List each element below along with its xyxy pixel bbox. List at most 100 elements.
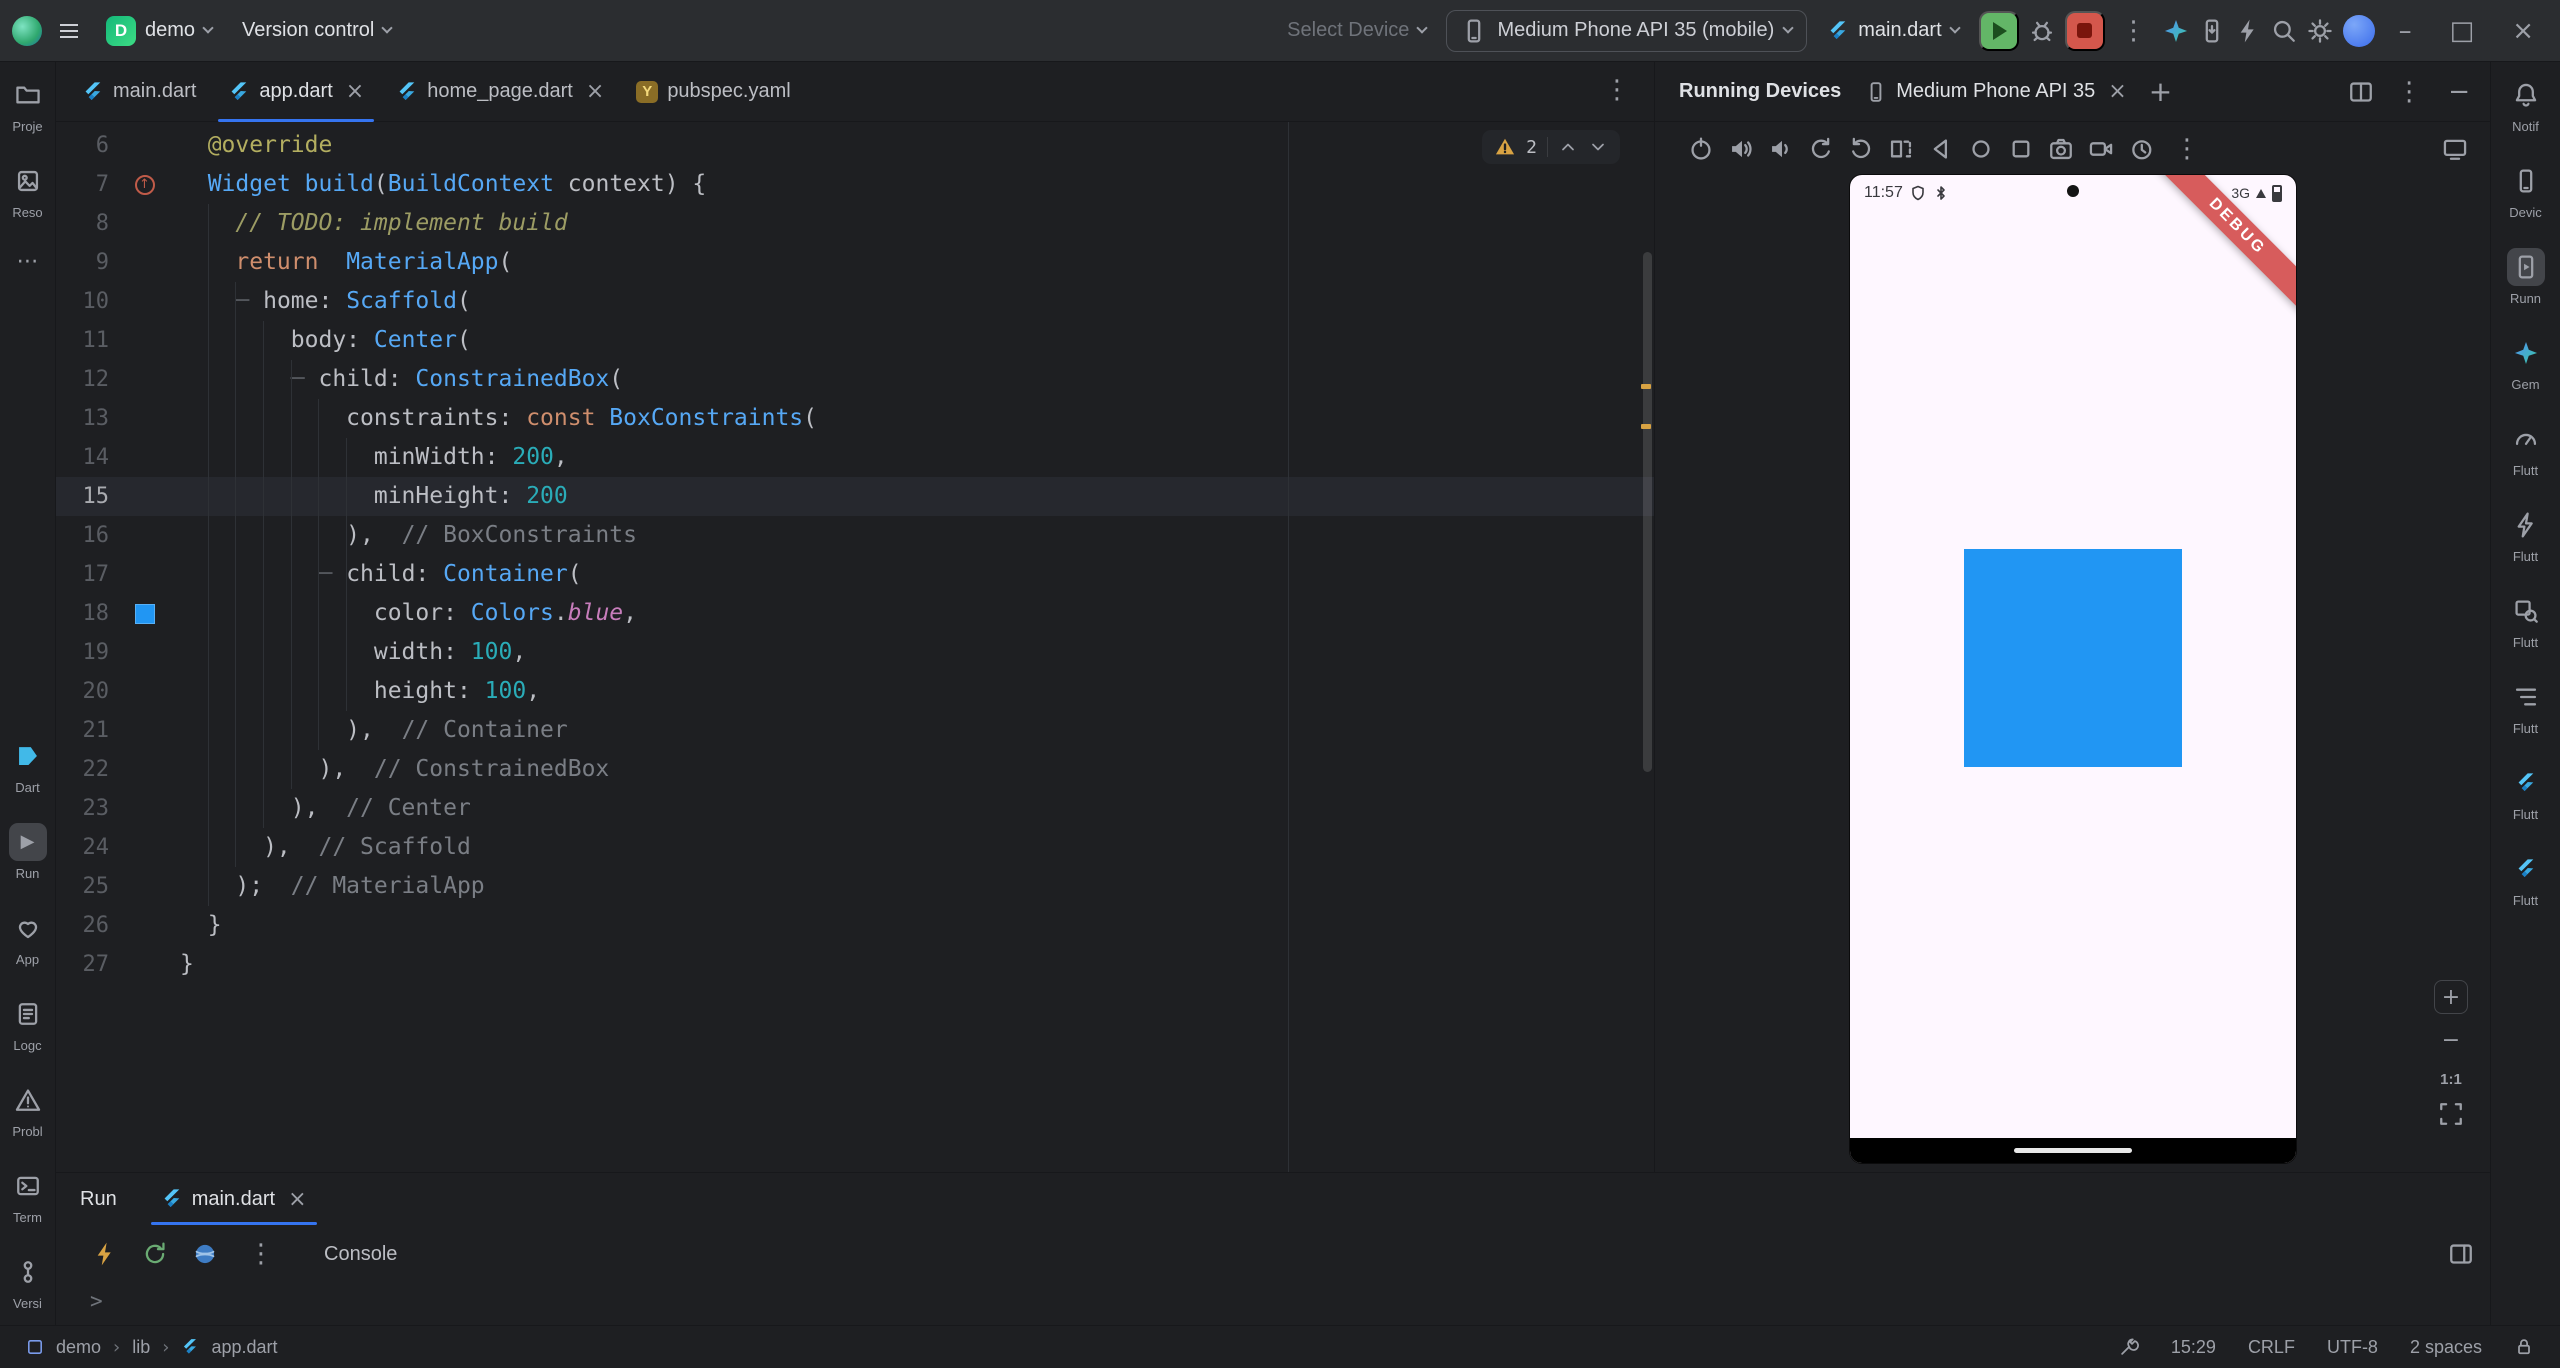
minimize-button[interactable]: – [2385, 12, 2426, 50]
sidebar-item-more-tool-windows[interactable]: ⋯ [0, 234, 55, 290]
device-selector-dropdown[interactable]: Medium Phone API 35 (mobile) [1446, 9, 1808, 52]
line-number[interactable]: 27 [56, 945, 110, 984]
project-selector[interactable]: D demo [96, 10, 222, 52]
override-marker-icon[interactable]: ↑ [134, 174, 155, 195]
devtools-icon[interactable] [192, 1241, 218, 1267]
code-line-6[interactable]: 6 @override [56, 126, 1654, 165]
line-number[interactable]: 12 [56, 360, 110, 399]
code-line-26[interactable]: 26 } [56, 906, 1654, 945]
line-number[interactable]: 6 [56, 126, 109, 165]
zoom-in-button[interactable]: + [2434, 980, 2468, 1014]
sidebar-item-terminal[interactable]: Term [0, 1153, 55, 1239]
line-number[interactable]: 19 [56, 633, 110, 672]
code-line-10[interactable]: 10 ─ home: Scaffold( [56, 282, 1654, 321]
sidebar-item-app-insights[interactable]: App [0, 895, 55, 981]
console-tab[interactable]: Console [324, 1243, 397, 1266]
more-icon[interactable]: ⋮ [2168, 134, 2206, 164]
settings-gear-icon[interactable] [2307, 18, 2333, 44]
breadcrumb-project[interactable]: demo [56, 1337, 101, 1358]
sidebar-item-flutter-1[interactable]: Flutt [2491, 750, 2560, 836]
rotate-right-icon[interactable] [1848, 136, 1874, 162]
line-number[interactable]: 8 [56, 204, 109, 243]
snapshot-icon[interactable] [2128, 136, 2154, 162]
more-icon[interactable]: ⋮ [2390, 77, 2428, 107]
user-avatar[interactable] [2342, 14, 2375, 47]
sidebar-item-logcat[interactable]: Logc [0, 981, 55, 1067]
sidebar-item-flutter-performance[interactable]: Flutt [2491, 406, 2560, 492]
code-line-13[interactable]: 13 constraints: const BoxConstraints( [56, 399, 1654, 438]
more-icon[interactable]: ⋮ [242, 1239, 280, 1269]
line-number[interactable]: 26 [56, 906, 110, 945]
console-prompt[interactable]: > [90, 1289, 103, 1313]
code-line-15[interactable]: 15 minHeight: 200 [56, 477, 1654, 516]
select-device-dropdown[interactable]: Select Device [1277, 13, 1436, 48]
chevron-down-icon[interactable] [1588, 137, 1608, 157]
indent-setting[interactable]: 2 spaces [2410, 1337, 2482, 1358]
back-icon[interactable] [1928, 136, 1954, 162]
sidebar-item-resource-manager[interactable]: Reso [0, 148, 55, 234]
mirror-settings-icon[interactable] [2442, 136, 2468, 162]
sidebar-item-problems[interactable]: Probl [0, 1067, 55, 1153]
code-line-23[interactable]: 23 ), // Center [56, 789, 1654, 828]
zoom-out-button[interactable]: − [2434, 1023, 2468, 1057]
code-line-7[interactable]: 7 ↑ Widget build(BuildContext context) { [56, 165, 1654, 204]
run-button[interactable] [1978, 10, 2019, 51]
line-number[interactable]: 16 [56, 516, 110, 555]
code-line-20[interactable]: 20 height: 100, [56, 672, 1654, 711]
lock-icon[interactable] [2514, 1337, 2534, 1357]
zoom-fit-icon[interactable] [2438, 1101, 2464, 1127]
line-number[interactable]: 10 [56, 282, 110, 321]
sidebar-item-running-devices[interactable]: Runn [2491, 234, 2560, 320]
line-number[interactable]: 24 [56, 828, 110, 867]
sidebar-item-project[interactable]: Proje [0, 62, 55, 148]
close-icon[interactable]: × [346, 79, 364, 104]
code-line-16[interactable]: 16 ), // BoxConstraints [56, 516, 1654, 555]
code-editor[interactable]: 6 @override 7 ↑ Widget build(BuildContext … [56, 122, 1654, 1172]
console-output[interactable]: > [56, 1283, 2490, 1326]
code-line-8[interactable]: 8 // TODO: implement build [56, 204, 1654, 243]
close-button[interactable]: × [2498, 12, 2548, 50]
tab-pubspec-yaml[interactable]: Y pubspec.yaml [620, 62, 806, 121]
home-icon[interactable] [1968, 136, 1994, 162]
editor-scrollbar[interactable] [1643, 252, 1652, 772]
sidebar-item-flutter-bolt[interactable]: Flutt [2491, 492, 2560, 578]
close-icon[interactable]: × [586, 79, 604, 104]
version-control-menu[interactable]: Version control [232, 13, 401, 48]
line-number[interactable]: 21 [56, 711, 110, 750]
wrench-icon[interactable] [2119, 1337, 2139, 1357]
sidebar-item-version-control[interactable]: Versi [0, 1239, 55, 1325]
sidebar-item-dart-analysis[interactable]: Dart [0, 723, 55, 809]
volume-up-icon[interactable] [1728, 136, 1754, 162]
line-number[interactable]: 23 [56, 789, 110, 828]
apply-changes-icon[interactable] [2235, 18, 2261, 44]
close-icon[interactable]: × [288, 1187, 306, 1212]
sidebar-item-flutter-2[interactable]: Flutt [2491, 836, 2560, 922]
warning-stripe-mark[interactable] [1641, 424, 1651, 429]
run-configuration-dropdown[interactable]: main.dart [1817, 13, 1968, 48]
tab-options-icon[interactable]: ⋮ [1598, 75, 1636, 105]
sidebar-item-run[interactable]: ▶ Run [0, 809, 55, 895]
device-tab[interactable]: Medium Phone API 35 × [1865, 79, 2127, 104]
line-number[interactable]: 15 [56, 477, 110, 516]
code-line-24[interactable]: 24 ), // Scaffold [56, 828, 1654, 867]
zoom-reset-button[interactable]: 1:1 [2440, 1066, 2462, 1092]
line-number[interactable]: 17 [56, 555, 110, 594]
device-screen[interactable]: 11:57 3G DEBUG [1850, 175, 2296, 1163]
code-line-27[interactable]: 27} [56, 945, 1654, 984]
code-line-12[interactable]: 12 ─ child: ConstrainedBox( [56, 360, 1654, 399]
overview-icon[interactable] [2008, 136, 2034, 162]
hide-panel-icon[interactable]: − [2444, 77, 2474, 107]
warning-stripe-mark[interactable] [1641, 384, 1651, 389]
power-icon[interactable] [1688, 136, 1714, 162]
ai-assistant-icon[interactable] [2163, 18, 2189, 44]
camera-icon[interactable] [2048, 136, 2074, 162]
line-number[interactable]: 13 [56, 399, 110, 438]
line-number[interactable]: 22 [56, 750, 110, 789]
sidebar-item-notifications[interactable]: Notif [2491, 62, 2560, 148]
gesture-pill[interactable] [2014, 1148, 2132, 1153]
hot-reload-icon[interactable] [92, 1241, 118, 1267]
tab-app-dart[interactable]: app.dart × [212, 62, 380, 122]
inspections-widget[interactable]: 2 [1482, 130, 1620, 164]
code-line-18[interactable]: 18 color: Colors.blue, [56, 594, 1654, 633]
maximize-button[interactable]: □ [2436, 12, 2489, 50]
